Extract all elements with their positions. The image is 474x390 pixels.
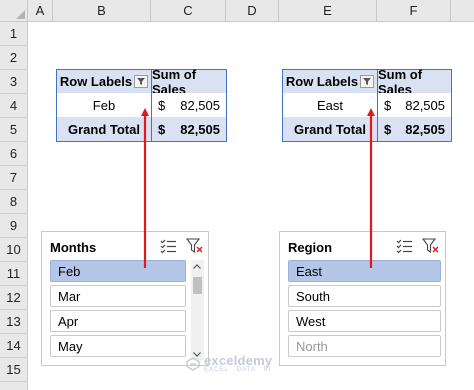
annotation-arrows bbox=[141, 108, 375, 268]
watermark-name: exceldemy bbox=[204, 353, 273, 368]
exceldemy-logo-icon bbox=[186, 356, 200, 371]
watermark: exceldemy EXCEL · DATA · BI bbox=[186, 354, 272, 373]
watermark-tagline: EXCEL · DATA · BI bbox=[204, 367, 272, 373]
